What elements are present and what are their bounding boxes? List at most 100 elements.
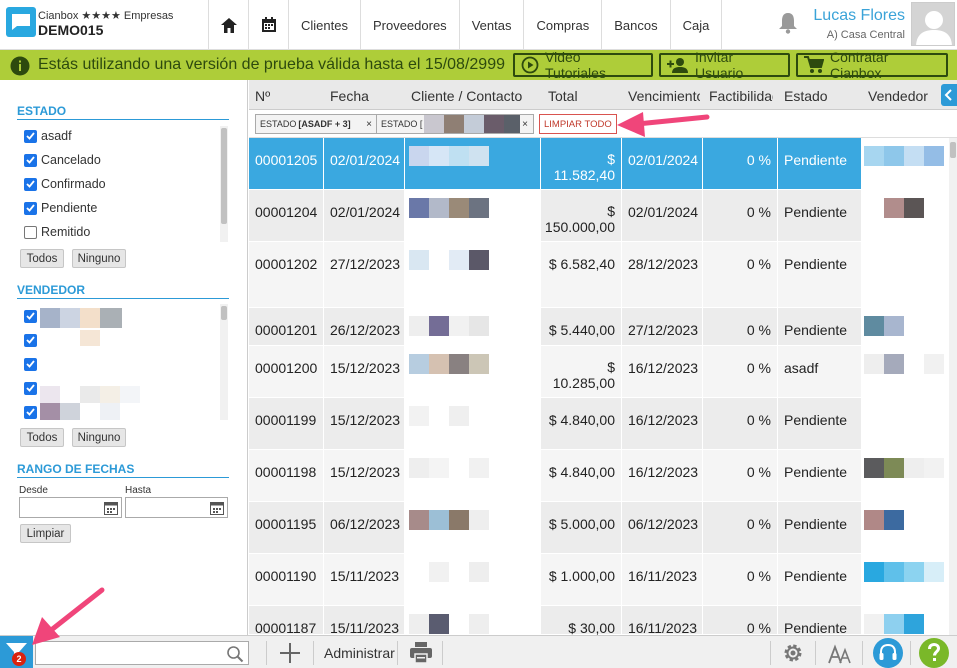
filter-chip-vendedor[interactable]: ESTADO [ ×: [376, 114, 534, 134]
table-row[interactable]: 00001198 15/12/2023 $ 4.840,00 16/12/2023 0 …: [249, 450, 949, 502]
nav-compras[interactable]: Compras: [523, 0, 601, 50]
add-button[interactable]: [278, 641, 302, 668]
checkbox[interactable]: [24, 153, 37, 167]
invite-user-button[interactable]: Invitar Usuario: [659, 49, 790, 81]
cell-total: $ 5.440,00: [541, 308, 622, 345]
table-row[interactable]: 00001201 26/12/2023 $ 5.440,00 27/12/2023 0 …: [249, 308, 949, 346]
limpiar-button[interactable]: Limpiar: [20, 524, 71, 543]
divider: [910, 641, 911, 665]
nav-caja[interactable]: Caja: [669, 0, 723, 50]
cell-cliente: [405, 308, 541, 345]
column-header-num[interactable]: Nº: [255, 88, 270, 104]
checkbox[interactable]: [24, 405, 37, 419]
table-row[interactable]: 00001204 02/01/2024 $ 150.000,00 02/01/2024…: [249, 190, 949, 242]
cell-fecha-text: 15/12/2023: [330, 360, 401, 376]
column-header-vencimiento[interactable]: Vencimiento: [628, 88, 700, 104]
table-row[interactable]: 00001205 02/01/2024 $ 11.582,40 02/01/2024 0…: [249, 138, 949, 190]
cell-estado-text: Pendiente: [784, 204, 848, 220]
filter-chip-estado[interactable]: ESTADO [ASADF + 3] ×: [255, 114, 378, 134]
checkbox[interactable]: [24, 309, 37, 323]
column-header-fecha[interactable]: Fecha: [330, 88, 369, 104]
help-button[interactable]: [919, 638, 949, 668]
cell-estado: Pendiente: [778, 554, 862, 605]
estado-ninguno-button[interactable]: Ninguno: [72, 249, 126, 268]
cell-num: 00001190: [249, 554, 324, 605]
checkbox[interactable]: [24, 177, 37, 191]
nav-bancos[interactable]: Bancos: [601, 0, 669, 50]
cell-total: $ 10.285,00: [541, 346, 622, 397]
estado-scrollbar[interactable]: [220, 126, 228, 242]
search-icon[interactable]: [226, 645, 244, 663]
settings-button[interactable]: [782, 642, 804, 667]
cell-num-text: 00001198: [255, 464, 317, 480]
print-button[interactable]: [410, 642, 432, 666]
cell-venc: 16/12/2023: [622, 398, 703, 449]
table-scrollbar[interactable]: [949, 138, 957, 635]
close-icon[interactable]: ×: [366, 119, 372, 130]
checkbox[interactable]: [24, 225, 37, 239]
checkbox[interactable]: [24, 381, 37, 395]
column-header-total[interactable]: Total: [548, 88, 578, 104]
collapse-panel-button[interactable]: [941, 84, 957, 106]
calendar-button[interactable]: [248, 0, 288, 50]
table-row[interactable]: 00001187 15/11/2023 $ 30,00 16/11/2023 0 % Pe…: [249, 606, 949, 636]
desde-date-input[interactable]: [19, 497, 122, 518]
redacted-vendor-name: [864, 198, 944, 218]
redacted-vendor-name: [864, 146, 944, 166]
estado-option-cancelado[interactable]: Cancelado: [24, 151, 101, 169]
vendedor-option[interactable]: [24, 307, 37, 325]
vendedor-option[interactable]: [24, 379, 37, 397]
table-row[interactable]: 00001190 15/11/2023 $ 1.000,00 16/11/2023 0 …: [249, 554, 949, 606]
table-row[interactable]: 00001202 27/12/2023 $ 6.582,40 28/12/2023 0 …: [249, 242, 949, 308]
nav-ventas[interactable]: Ventas: [458, 0, 524, 50]
user-name[interactable]: Lucas Flores: [813, 7, 905, 25]
nav-clientes[interactable]: Clientes: [288, 0, 360, 50]
cell-total-text: $ 11.582,40: [553, 151, 615, 183]
column-header-cliente[interactable]: Cliente / Contacto: [411, 88, 522, 104]
checkbox[interactable]: [24, 357, 37, 371]
table-row[interactable]: 00001199 15/12/2023 $ 4.840,00 16/12/2023 0 …: [249, 398, 949, 450]
table-row[interactable]: 00001195 06/12/2023 $ 5.000,00 06/12/2023 0 …: [249, 502, 949, 554]
clear-all-filters-button[interactable]: LIMPIAR TODO: [539, 114, 617, 134]
calendar-icon[interactable]: [210, 501, 224, 515]
cell-fact: 0 %: [703, 138, 778, 189]
vendedor-option[interactable]: [24, 355, 37, 373]
vendedor-scrollbar[interactable]: [220, 304, 228, 420]
cell-venc-text: 06/12/2023: [628, 516, 699, 532]
table-row[interactable]: 00001200 15/12/2023 $ 10.285,00 16/12/2023 0…: [249, 346, 949, 398]
column-header-factibilidad[interactable]: Factibilidad: [709, 88, 773, 104]
video-tutorials-button[interactable]: Video Tutoriales: [513, 49, 653, 81]
filter-toggle-button[interactable]: 2: [0, 636, 33, 668]
cianbox-logo[interactable]: [6, 7, 36, 37]
administrar-button[interactable]: Administrar: [324, 645, 395, 661]
column-header-estado[interactable]: Estado: [784, 88, 828, 104]
font-size-button[interactable]: [828, 644, 852, 667]
nav-proveedores[interactable]: Proveedores: [359, 0, 459, 50]
estado-option-confirmado[interactable]: Confirmado: [24, 175, 106, 193]
support-button[interactable]: [873, 638, 903, 668]
checkbox[interactable]: [24, 201, 37, 215]
search-input[interactable]: [35, 641, 249, 665]
close-icon[interactable]: ×: [522, 119, 528, 130]
estado-todos-button[interactable]: Todos: [20, 249, 64, 268]
column-header-vendedor[interactable]: Vendedor: [868, 88, 928, 104]
cell-fact-text: 0 %: [746, 464, 771, 480]
vendedor-option[interactable]: [24, 331, 37, 349]
notifications-button[interactable]: [778, 12, 798, 37]
calendar-icon[interactable]: [104, 501, 118, 515]
vendedor-option[interactable]: [24, 403, 37, 421]
company-name[interactable]: DEMO015: [38, 22, 103, 38]
home-button[interactable]: [208, 0, 248, 50]
estado-option-asadf[interactable]: asadf: [24, 127, 72, 145]
vendedor-ninguno-button[interactable]: Ninguno: [72, 428, 126, 447]
hasta-date-input[interactable]: [125, 497, 228, 518]
avatar[interactable]: [911, 2, 955, 46]
estado-option-remitido[interactable]: Remitido: [24, 223, 90, 241]
cell-total-text: $ 30,00: [568, 620, 615, 636]
bell-icon: [779, 13, 797, 34]
checkbox[interactable]: [24, 129, 37, 143]
estado-option-pendiente[interactable]: Pendiente: [24, 199, 97, 217]
vendedor-todos-button[interactable]: Todos: [20, 428, 64, 447]
contract-button[interactable]: Contratar Cianbox: [796, 49, 948, 81]
checkbox[interactable]: [24, 333, 37, 347]
